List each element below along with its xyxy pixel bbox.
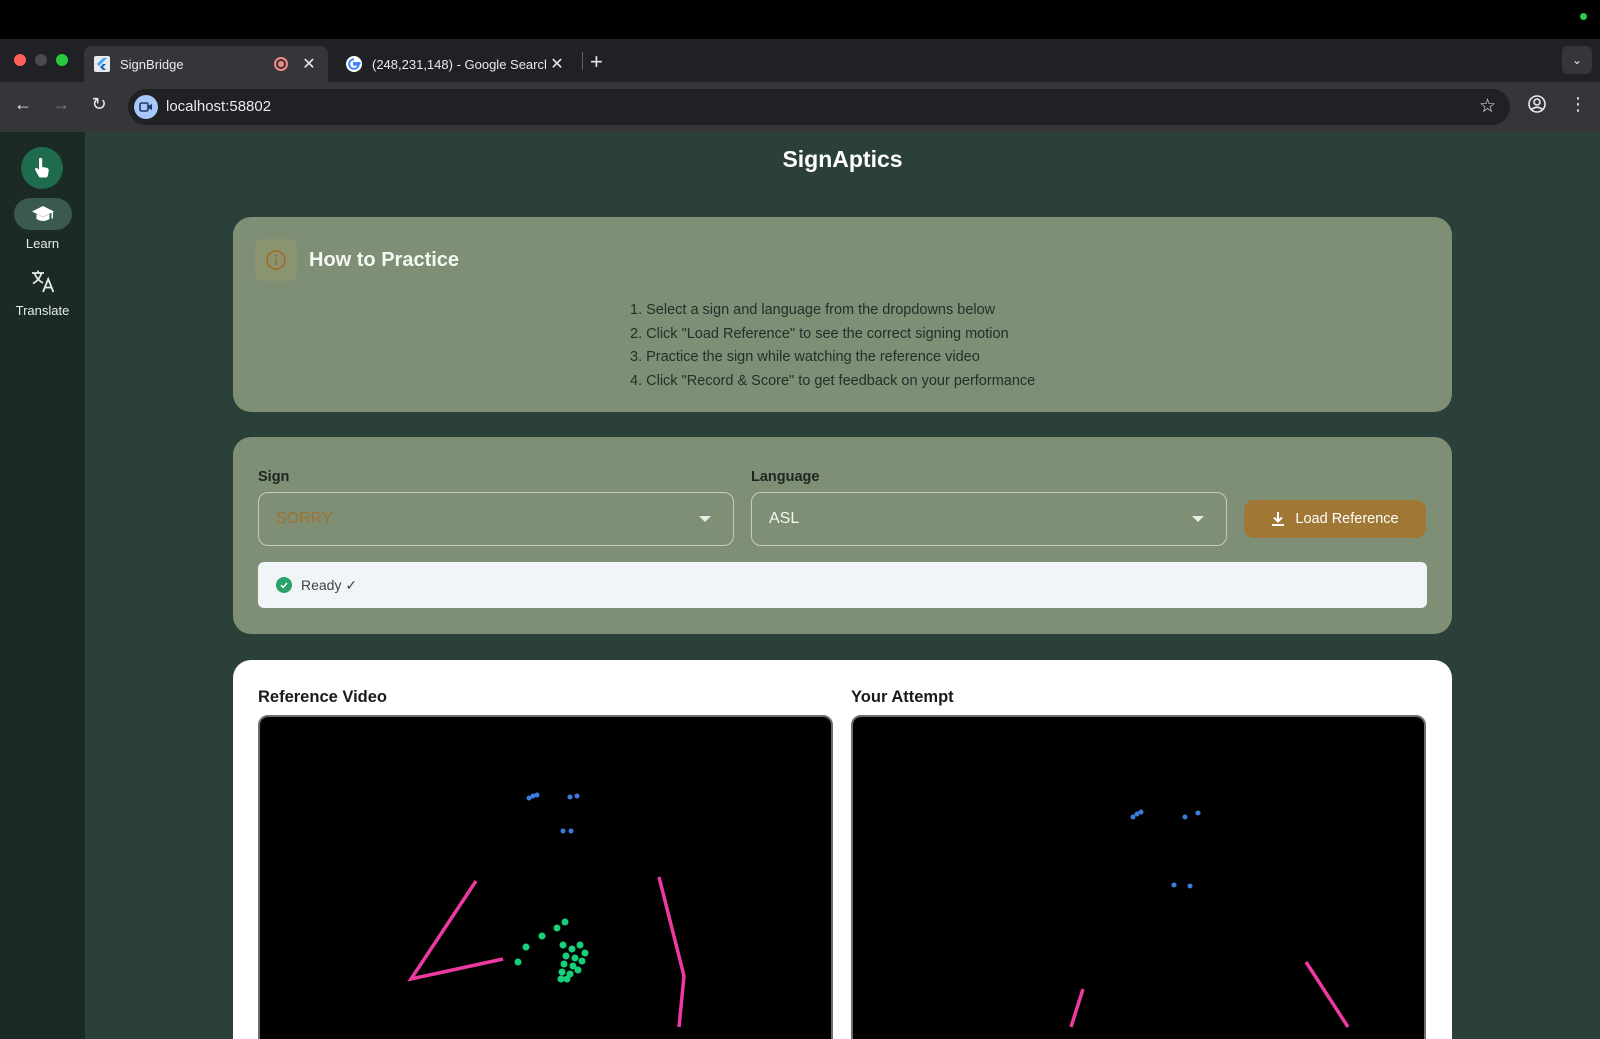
load-reference-label: Load Reference (1295, 511, 1399, 527)
bookmark-star-icon[interactable]: ☆ (1479, 95, 1496, 118)
back-button[interactable]: ← (10, 94, 36, 115)
google-favicon-icon (346, 56, 362, 72)
step-item: 3. Practice the sign while watching the … (630, 349, 980, 365)
rail-item-translate[interactable]: Translate (0, 265, 85, 318)
new-tab-button[interactable]: + (590, 49, 603, 75)
status-dot (1580, 13, 1587, 20)
load-reference-button[interactable]: Load Reference (1244, 500, 1426, 538)
sign-label: Sign (258, 469, 290, 485)
status-text: Ready ✓ (301, 576, 358, 593)
language-label: Language (751, 469, 820, 485)
close-tab-icon[interactable]: ✕ (298, 54, 320, 74)
school-icon (31, 206, 54, 221)
arm-skeleton (1069, 961, 1350, 1028)
check-circle-icon (276, 577, 292, 593)
learn-pill (13, 198, 72, 230)
arm-skeleton (407, 876, 686, 1028)
rail-item-label: Learn (25, 236, 60, 251)
sign-dropdown[interactable]: SORRY (258, 492, 734, 546)
info-title: How to Practice (309, 249, 460, 271)
reload-button[interactable]: ↻ (86, 94, 112, 115)
step-item: 4. Click "Record & Score" to get feedbac… (630, 372, 1036, 389)
tab-title: SignBridge (120, 56, 184, 72)
reference-video-label: Reference Video (258, 688, 388, 706)
status-bar: Ready ✓ (258, 562, 1427, 608)
hand-landmarks (514, 918, 589, 983)
window-minimize-button[interactable] (35, 54, 47, 66)
tab-title: (248,231,148) - Google Search (372, 56, 546, 72)
attempt-video (851, 715, 1426, 1039)
download-icon (1272, 512, 1285, 526)
language-dropdown[interactable]: ASL (751, 492, 1227, 546)
face-landmarks (1130, 809, 1201, 889)
tab-google-search[interactable]: (248,231,148) - Google Search ✕ (336, 46, 576, 82)
controls-card: Sign SORRY Language ASL Load Reference R… (233, 437, 1452, 634)
page-title: SignAptics (782, 146, 903, 172)
step-item: 2. Click "Load Reference" to see the cor… (630, 325, 1009, 342)
tab-search-button[interactable]: ⌄ (1562, 46, 1592, 74)
steps-list: 1. Select a sign and language from the d… (630, 299, 1035, 393)
app-logo (21, 147, 63, 189)
window-close-button[interactable] (14, 54, 26, 66)
app-viewport: Learn Translate SignAptics How to Practi… (0, 132, 1600, 1039)
info-icon (255, 239, 297, 281)
rail-item-label: Translate (15, 303, 70, 318)
os-top-bar (0, 0, 1600, 39)
reference-video (258, 715, 833, 1039)
reference-pose-overlay (407, 792, 686, 1028)
face-landmarks (526, 792, 580, 834)
tab-signbridge[interactable]: SignBridge ✕ (84, 46, 328, 82)
more-menu-icon[interactable]: ⋮ (1569, 94, 1587, 115)
close-tab-icon[interactable]: ✕ (546, 54, 568, 74)
your-attempt-label: Your Attempt (851, 688, 954, 706)
chevron-down-icon (1192, 516, 1204, 522)
rail-item-learn[interactable]: Learn (0, 198, 85, 251)
navigation-rail: Learn Translate (0, 132, 85, 1039)
step-item: 1. Select a sign and language from the d… (630, 302, 996, 318)
browser-toolbar: ← → ↻ localhost:58802 ☆ ⋮ (0, 82, 1600, 132)
recording-indicator-icon (274, 57, 288, 71)
profile-icon[interactable] (1527, 94, 1547, 119)
translate-icon (31, 270, 54, 293)
language-value: ASL (769, 510, 800, 527)
forward-button[interactable]: → (48, 94, 74, 115)
attempt-pose-overlay (1069, 809, 1350, 1028)
how-to-practice-card: How to Practice 1. Select a sign and lan… (233, 217, 1452, 412)
address-bar[interactable]: localhost:58802 ☆ (128, 89, 1510, 125)
camera-site-icon[interactable] (134, 95, 158, 119)
videos-card: Reference Video Your Attempt (233, 660, 1452, 1039)
chevron-down-icon (699, 516, 711, 522)
translate-pill (14, 265, 72, 297)
tab-separator (582, 52, 583, 70)
url-text: localhost:58802 (166, 98, 272, 115)
window-maximize-button[interactable] (56, 54, 68, 66)
sign-value: SORRY (276, 510, 333, 527)
flutter-favicon-icon (94, 56, 110, 72)
pointing-hand-icon (35, 157, 49, 178)
